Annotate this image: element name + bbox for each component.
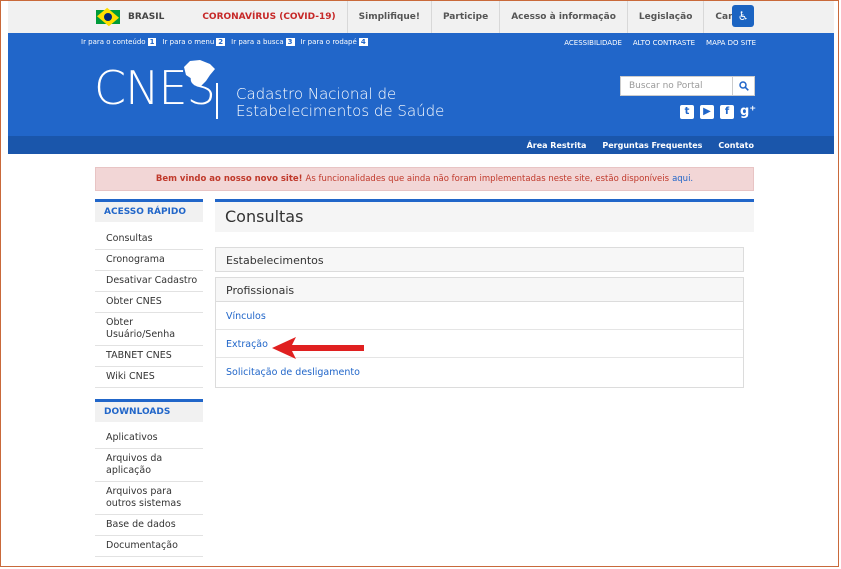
secondary-nav: Área Restrita Perguntas Frequentes Conta… [8, 136, 834, 154]
search-icon [738, 81, 749, 91]
gov-bar: BRASIL CORONAVÍRUS (COVID-19) Simplifiqu… [8, 0, 834, 34]
link-acessibilidade[interactable]: ACESSIBILIDADE [564, 39, 622, 47]
sidebar-item-documentacao[interactable]: Documentação [95, 536, 203, 557]
link-alto-contraste[interactable]: ALTO CONTRASTE [633, 39, 695, 47]
nav-perguntas-frequentes[interactable]: Perguntas Frequentes [602, 141, 702, 150]
gov-link-acesso-informacao[interactable]: Acesso à informação [499, 0, 627, 33]
banner-text: As funcionalidades que ainda não foram i… [305, 174, 670, 184]
sidebar-item-cronograma[interactable]: Cronograma [95, 250, 203, 271]
sidebar-item-wiki-cnes[interactable]: Wiki CNES [95, 367, 203, 388]
banner-title: Bem vindo ao nosso novo site! [155, 174, 303, 184]
gov-link-covid[interactable]: CORONAVÍRUS (COVID-19) [191, 0, 346, 33]
sidebar-item-obter-cnes[interactable]: Obter CNES [95, 292, 203, 313]
sidebar-item-obter-usuario-senha[interactable]: Obter Usuário/Senha [95, 313, 203, 346]
skip-link-menu[interactable]: Ir para o menu 2 [162, 38, 226, 46]
sidebar-item-tabnet-cnes[interactable]: TABNET CNES [95, 346, 203, 367]
gov-link-legislacao[interactable]: Legislação [626, 0, 703, 33]
nav-contato[interactable]: Contato [718, 141, 754, 150]
sidebar-item-arquivos-outros-sistemas[interactable]: Arquivos para outros sistemas [95, 482, 203, 515]
sidebar-item-arquivos-aplicacao[interactable]: Arquivos da aplicação [95, 449, 203, 482]
logo-separator [216, 83, 218, 119]
banner-link[interactable]: aqui. [672, 174, 693, 184]
quick-access-title: ACESSO RÁPIDO [95, 199, 203, 222]
downloads-title: DOWNLOADS [95, 399, 203, 422]
site-name: Cadastro Nacional de Estabelecimentos de… [236, 85, 445, 120]
page-title: Consultas [215, 199, 754, 232]
welcome-banner: Bem vindo ao nosso novo site! As funcion… [95, 167, 754, 191]
sidebar-item-base-de-dados[interactable]: Base de dados [95, 515, 203, 536]
twitter-icon[interactable]: t [680, 105, 694, 119]
cnes-logo[interactable]: CNES [94, 61, 216, 115]
site-header: Ir para o conteúdo 1 Ir para o menu 2 Ir p… [8, 33, 834, 136]
skip-links: Ir para o conteúdo 1 Ir para o menu 2 Ir p… [81, 38, 368, 46]
gov-links: CORONAVÍRUS (COVID-19) Simplifique! Part… [191, 0, 760, 33]
sidebar-item-desativar-cadastro[interactable]: Desativar Cadastro [95, 271, 203, 292]
section-estabelecimentos[interactable]: Estabelecimentos [215, 247, 744, 272]
social-links: t ▶ f g⁺ [680, 105, 756, 119]
nav-area-restrita[interactable]: Área Restrita [527, 141, 587, 150]
header-top-links: ACESSIBILIDADE ALTO CONTRASTE MAPA DO SI… [564, 39, 756, 47]
google-plus-icon[interactable]: g⁺ [740, 105, 756, 119]
gov-link-participe[interactable]: Participe [430, 0, 499, 33]
link-mapa-do-site[interactable]: MAPA DO SITE [706, 39, 756, 47]
youtube-icon[interactable]: ▶ [700, 105, 714, 119]
brasil-label: BRASIL [128, 12, 165, 22]
skip-link-footer[interactable]: Ir para o rodapé 4 [301, 38, 368, 46]
skip-link-content[interactable]: Ir para o conteúdo 1 [81, 38, 157, 46]
link-vinculos[interactable]: Vínculos [216, 302, 743, 330]
search-input[interactable]: Buscar no Portal [620, 76, 733, 96]
facebook-icon[interactable]: f [720, 105, 734, 119]
gov-link-simplifique[interactable]: Simplifique! [346, 0, 431, 33]
link-solicitacao-desligamento[interactable]: Solicitação de desligamento [216, 358, 743, 386]
skip-link-search[interactable]: Ir para a busca 3 [231, 38, 295, 46]
brazil-flag-icon [96, 10, 120, 24]
sidebar-item-aplicativos[interactable]: Aplicativos [95, 428, 203, 449]
sidebar-item-consultas[interactable]: Consultas [95, 229, 203, 250]
brasil-link[interactable]: BRASIL [96, 10, 164, 24]
downloads-list: Aplicativos Arquivos da aplicação Arquiv… [95, 428, 203, 557]
section-profissionais[interactable]: Profissionais [215, 277, 744, 302]
accessibility-icon[interactable]: ♿ [732, 5, 754, 27]
quick-access-list: Consultas Cronograma Desativar Cadastro … [95, 229, 203, 388]
annotation-arrow-icon [272, 337, 364, 359]
search-button[interactable] [733, 76, 755, 96]
